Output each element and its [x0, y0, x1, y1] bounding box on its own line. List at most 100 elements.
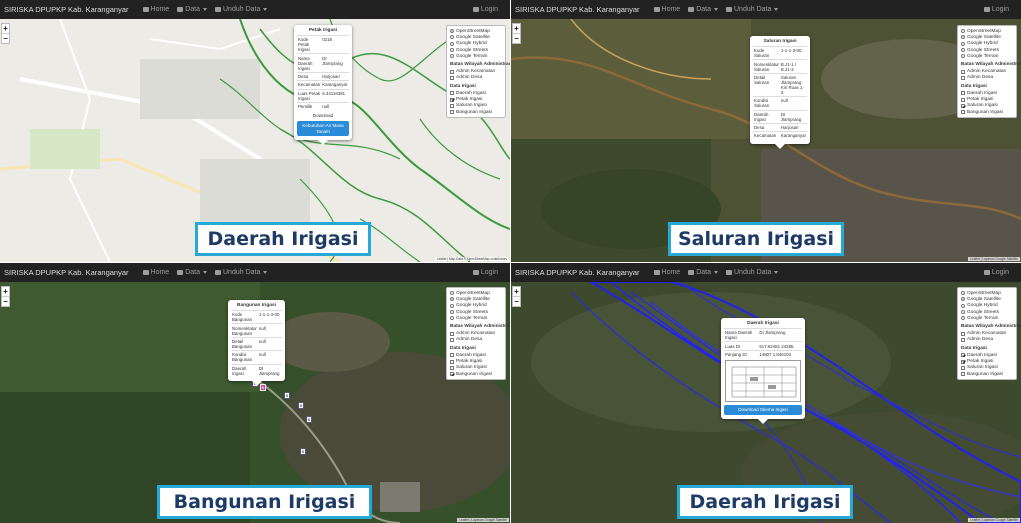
- checkbox[interactable]: [961, 372, 965, 377]
- checkbox-checked[interactable]: [961, 103, 965, 108]
- overlay-admin-kecamatan[interactable]: Admin Kecamatan: [450, 68, 502, 74]
- zoom-out-button[interactable]: −: [2, 297, 9, 306]
- checkbox[interactable]: [450, 75, 454, 80]
- checkbox[interactable]: [961, 331, 965, 336]
- overlay-bangunan-irigasi[interactable]: Bangunan Irigasi: [450, 109, 502, 115]
- nav-data[interactable]: Data: [688, 269, 718, 276]
- brand-title[interactable]: SIRISKA DPUPKP Kab. Karanganyar: [515, 5, 640, 14]
- overlay-admin-kecamatan[interactable]: Admin Kecamatan: [450, 330, 502, 336]
- bangunan-marker-icon[interactable]: B: [300, 448, 306, 455]
- map-attribution[interactable]: Leaflet | Map Data © OpenStreetMap contr…: [434, 257, 509, 261]
- bangunan-marker-icon[interactable]: B: [306, 416, 312, 423]
- map-attribution[interactable]: Leaflet | Layanan Google Satellite: [968, 257, 1020, 261]
- base-layer-terrain[interactable]: Google Terrain: [961, 53, 1013, 59]
- checkbox[interactable]: [450, 353, 454, 358]
- nav-home[interactable]: Home: [142, 6, 169, 13]
- nav-data[interactable]: Data: [177, 269, 207, 276]
- nav-home[interactable]: Home: [653, 269, 680, 276]
- checkbox[interactable]: [450, 69, 454, 74]
- checkbox[interactable]: [450, 365, 454, 370]
- radio[interactable]: [450, 291, 454, 296]
- radio[interactable]: [450, 310, 454, 315]
- checkbox[interactable]: [450, 91, 454, 96]
- radio[interactable]: [961, 303, 965, 308]
- overlay-bangunan-irigasi[interactable]: Bangunan Irigasi: [961, 109, 1013, 115]
- brand-title[interactable]: SIRISKA DPUPKP Kab. Karanganyar: [4, 5, 129, 14]
- radio[interactable]: [961, 310, 965, 315]
- checkbox[interactable]: [961, 97, 965, 102]
- zoom-in-button[interactable]: +: [2, 24, 9, 34]
- nav-unduh[interactable]: Unduh Data: [215, 269, 268, 276]
- map-attribution[interactable]: Leaflet | Layanan Google Satellite: [457, 518, 509, 522]
- zoom-in-button[interactable]: +: [2, 287, 9, 297]
- radio[interactable]: [450, 54, 454, 59]
- nav-home[interactable]: Home: [142, 269, 169, 276]
- checkbox[interactable]: [450, 337, 454, 342]
- radio[interactable]: [961, 54, 965, 59]
- brand-title[interactable]: SIRISKA DPUPKP Kab. Karanganyar: [4, 268, 129, 277]
- base-layer-terrain[interactable]: Google Terrain: [961, 315, 1013, 321]
- checkbox[interactable]: [450, 103, 454, 108]
- popup-download-link[interactable]: Download: [297, 113, 349, 118]
- radio[interactable]: [961, 29, 965, 34]
- zoom-out-button[interactable]: −: [513, 297, 520, 306]
- bangunan-marker-icon[interactable]: B: [298, 402, 304, 409]
- overlay-admin-kecamatan[interactable]: Admin Kecamatan: [961, 68, 1013, 74]
- skema-irigasi-thumbnail[interactable]: [725, 360, 801, 403]
- radio-selected[interactable]: [450, 297, 454, 302]
- base-layer-terrain[interactable]: Google Terrain: [450, 53, 502, 59]
- nav-home[interactable]: Home: [653, 6, 680, 13]
- map-attribution[interactable]: Leaflet | Layanan Google Satellite: [968, 518, 1020, 522]
- nav-login[interactable]: Login: [472, 269, 498, 276]
- radio[interactable]: [450, 41, 454, 46]
- brand-title[interactable]: SIRISKA DPUPKP Kab. Karanganyar: [515, 268, 640, 277]
- nav-unduh[interactable]: Unduh Data: [726, 6, 779, 13]
- kebutuhan-air-button[interactable]: Kebutuhan Air Masa Tanam: [297, 121, 349, 137]
- nav-data[interactable]: Data: [688, 6, 718, 13]
- zoom-out-button[interactable]: −: [513, 34, 520, 43]
- nav-data[interactable]: Data: [177, 6, 207, 13]
- checkbox[interactable]: [961, 75, 965, 80]
- checkbox[interactable]: [961, 337, 965, 342]
- zoom-in-button[interactable]: +: [513, 24, 520, 34]
- checkbox-checked[interactable]: [450, 97, 454, 102]
- radio[interactable]: [961, 291, 965, 296]
- checkbox[interactable]: [961, 365, 965, 370]
- bangunan-marker-icon[interactable]: B: [284, 392, 290, 399]
- checkbox[interactable]: [961, 69, 965, 74]
- radio-selected[interactable]: [450, 29, 454, 34]
- checkbox[interactable]: [450, 331, 454, 336]
- checkbox[interactable]: [450, 359, 454, 364]
- overlay-admin-kecamatan[interactable]: Admin Kecamatan: [961, 330, 1013, 336]
- nav-login[interactable]: Login: [983, 269, 1009, 276]
- radio[interactable]: [450, 35, 454, 40]
- overlay-admin-desa[interactable]: Admin Desa: [961, 75, 1013, 81]
- checkbox[interactable]: [961, 91, 965, 96]
- radio-selected[interactable]: [961, 297, 965, 302]
- radio[interactable]: [961, 48, 965, 53]
- radio[interactable]: [961, 316, 965, 321]
- overlay-admin-desa[interactable]: Admin Desa: [450, 337, 502, 343]
- overlay-bangunan-irigasi[interactable]: Bangunan Irigasi: [450, 371, 502, 377]
- radio-selected[interactable]: [961, 35, 965, 40]
- radio[interactable]: [450, 316, 454, 321]
- radio[interactable]: [450, 303, 454, 308]
- nav-login[interactable]: Login: [472, 6, 498, 13]
- overlay-bangunan-irigasi[interactable]: Bangunan Irigasi: [961, 371, 1013, 377]
- download-skema-button[interactable]: Download Skema Irigasi: [724, 405, 802, 415]
- checkbox-checked[interactable]: [961, 353, 965, 358]
- nav-unduh[interactable]: Unduh Data: [215, 6, 268, 13]
- nav-unduh[interactable]: Unduh Data: [726, 269, 779, 276]
- overlay-admin-desa[interactable]: Admin Desa: [961, 337, 1013, 343]
- zoom-out-button[interactable]: −: [2, 34, 9, 43]
- checkbox-checked[interactable]: [450, 372, 454, 377]
- checkbox[interactable]: [961, 110, 965, 115]
- checkbox[interactable]: [450, 110, 454, 115]
- base-layer-terrain[interactable]: Google Terrain: [450, 315, 502, 321]
- overlay-admin-desa[interactable]: Admin Desa: [450, 75, 502, 81]
- radio[interactable]: [450, 48, 454, 53]
- radio[interactable]: [961, 41, 965, 46]
- checkbox-checked[interactable]: [961, 359, 965, 364]
- nav-login[interactable]: Login: [983, 6, 1009, 13]
- zoom-in-button[interactable]: +: [513, 287, 520, 297]
